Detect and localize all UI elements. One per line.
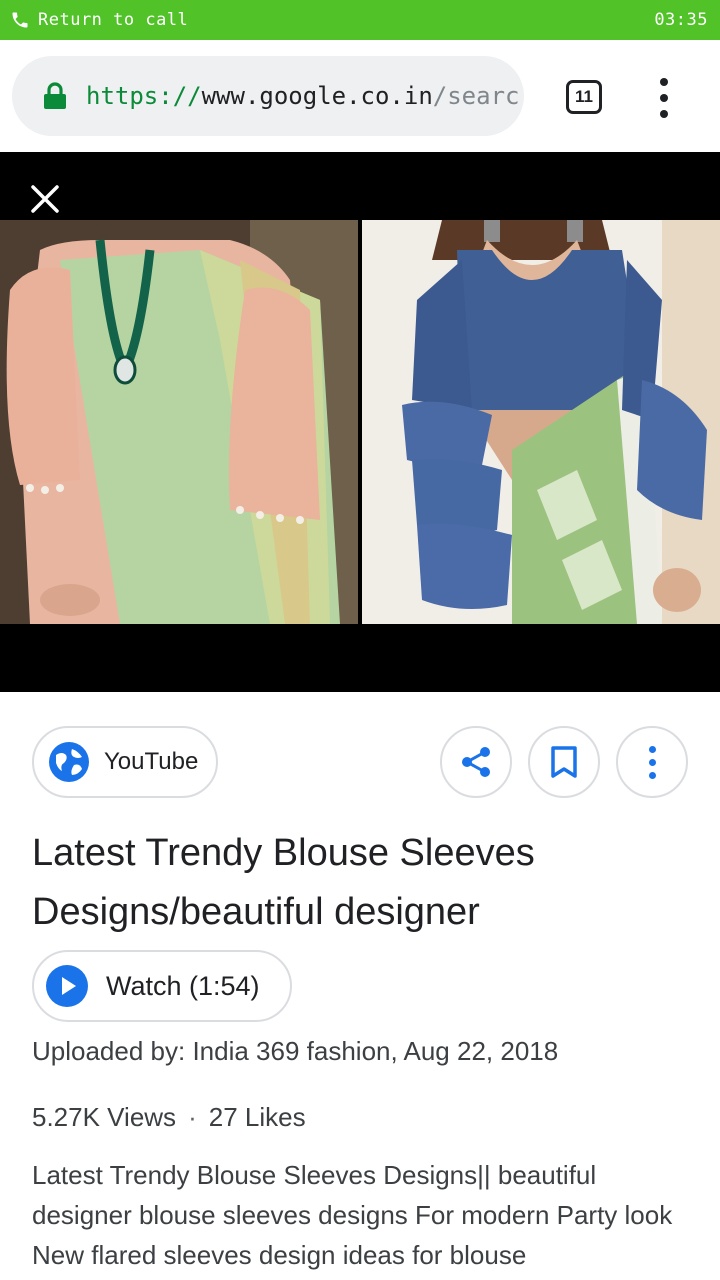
more-vert-icon [660,78,668,86]
result-description: Latest Trendy Blouse Sleeves Designs|| b… [32,1160,673,1270]
more-vert-icon [648,745,656,779]
url-text: https://www.google.co.in/searc [86,82,519,110]
share-icon [462,747,490,777]
status-bar: Return to call 03:35 [0,0,720,40]
result-title[interactable]: Latest Trendy Blouse Sleeves Designs/bea… [32,824,692,942]
url-path: /searc [432,82,520,110]
browser-menu-button[interactable] [650,78,678,118]
globe-icon [49,742,89,782]
browser-toolbar: https://www.google.co.in/searc 11 [0,40,720,152]
url-host: www.google.co.in [201,82,433,110]
watch-label: Watch (1:54) [106,970,260,1001]
url-scheme: https:// [86,82,202,110]
phone-icon [12,12,28,28]
views-count: 5.27K Views [32,1102,177,1132]
result-image-right[interactable] [362,220,720,624]
close-icon[interactable] [28,182,62,216]
tab-count: 11 [575,87,593,106]
more-options-button[interactable] [616,726,688,798]
uploaded-by: Uploaded by: India 369 fashion, Aug 22, … [32,1036,559,1066]
source-chip[interactable]: YouTube [32,726,218,798]
address-bar[interactable]: https://www.google.co.in/searc [12,56,524,136]
image-viewer [0,152,720,692]
bookmark-icon [551,746,577,778]
tab-switcher-button[interactable]: 11 [566,80,602,114]
video-stats: 5.27K Views · 27 Likes [32,1102,306,1133]
result-image-left[interactable] [0,220,358,624]
blue-blouse-illustration [362,220,720,624]
source-label: YouTube [104,748,199,775]
stats-separator: · [188,1102,197,1132]
return-to-call[interactable]: Return to call [10,10,188,30]
watch-button[interactable]: Watch (1:54) [32,950,292,1022]
clock: 03:35 [654,10,708,30]
return-to-call-label: Return to call [38,10,189,30]
lock-icon [44,82,66,109]
likes-count: 27 Likes [208,1102,306,1132]
play-icon [46,965,88,1007]
pink-blouse-illustration [0,220,358,624]
share-button[interactable] [440,726,512,798]
save-button[interactable] [528,726,600,798]
